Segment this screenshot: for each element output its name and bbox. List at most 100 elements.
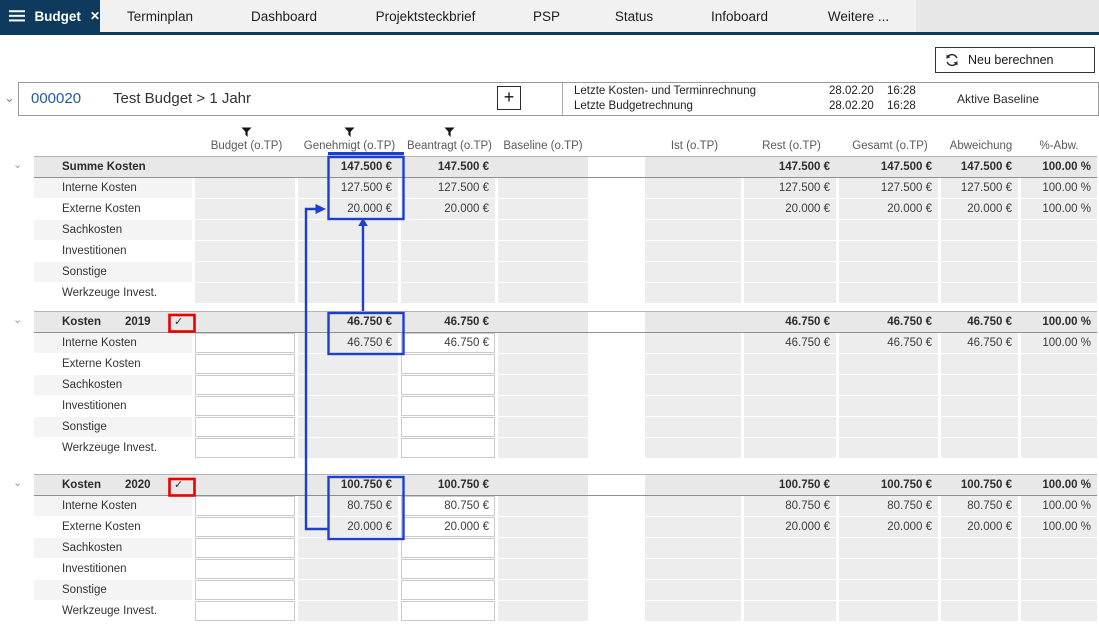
cell-rest bbox=[744, 438, 839, 458]
tab-status[interactable]: Status bbox=[590, 0, 678, 32]
cell-abweichung bbox=[941, 538, 1021, 558]
add-button[interactable]: + bbox=[497, 86, 521, 110]
info-label: Letzte Kosten- und Terminrechnung bbox=[574, 84, 829, 99]
cell-beantragt[interactable] bbox=[401, 601, 498, 621]
cell-ist bbox=[645, 559, 744, 579]
table-row: Sachkosten bbox=[0, 538, 1097, 558]
cell-gesamt: 127.500 € bbox=[839, 178, 941, 198]
close-icon[interactable]: ✕ bbox=[90, 9, 100, 23]
nav-right-zone bbox=[916, 0, 1099, 32]
column-header-label: Beantragt (o.TP) bbox=[407, 140, 492, 152]
cell-abweichung bbox=[941, 283, 1021, 303]
cell-beantragt[interactable] bbox=[401, 417, 498, 437]
cell-gesamt bbox=[839, 580, 941, 600]
filter-icon[interactable] bbox=[343, 126, 356, 139]
cell-abweichung bbox=[941, 580, 1021, 600]
cell-budget[interactable] bbox=[195, 559, 298, 579]
column-header-label: Budget (o.TP) bbox=[211, 140, 283, 152]
recalculate-button[interactable]: Neu berechnen bbox=[935, 47, 1095, 73]
cell-budget[interactable] bbox=[195, 354, 298, 374]
header-gutter bbox=[0, 116, 34, 156]
cell-abweichung bbox=[941, 241, 1021, 261]
cell-beantragt: 46.750 € bbox=[401, 312, 498, 332]
column-header-budget[interactable]: Budget (o.TP) bbox=[195, 116, 298, 156]
cell-budget[interactable] bbox=[195, 438, 298, 458]
row-label: Externe Kosten bbox=[62, 199, 141, 219]
filter-icon[interactable] bbox=[443, 126, 456, 139]
tab-dashboard[interactable]: Dashboard bbox=[220, 0, 348, 32]
column-header-genehmigt[interactable]: Genehmigt (o.TP) bbox=[298, 116, 401, 156]
group-row: ⌄Summe Kosten147.500 €147.500 €147.500 €… bbox=[0, 156, 1097, 178]
cell-budget[interactable] bbox=[195, 496, 298, 516]
row-gutter bbox=[0, 396, 34, 416]
cell-beantragt[interactable] bbox=[401, 396, 498, 416]
cell-beantragt[interactable] bbox=[401, 438, 498, 458]
cell-budget[interactable] bbox=[195, 601, 298, 621]
cell-budget[interactable] bbox=[195, 396, 298, 416]
cell-beantragt[interactable] bbox=[401, 580, 498, 600]
cell-baseline bbox=[498, 312, 588, 332]
cell-budget[interactable] bbox=[195, 517, 298, 537]
cell-beantragt[interactable] bbox=[401, 559, 498, 579]
menu-icon[interactable] bbox=[9, 9, 25, 23]
row-label: Interne Kosten bbox=[62, 496, 137, 516]
row-gutter bbox=[0, 438, 34, 458]
tab-budget-active[interactable]: Budget ✕ bbox=[0, 0, 100, 32]
cell-baseline bbox=[498, 354, 588, 374]
cell-beantragt: 147.500 € bbox=[401, 157, 498, 177]
cell-baseline bbox=[498, 601, 588, 621]
row-body: Kosten2019✓46.750 €46.750 €46.750 €46.75… bbox=[34, 311, 1097, 333]
budget-table: ⌄Summe Kosten147.500 €147.500 €147.500 €… bbox=[0, 156, 1097, 621]
cell-beantragt[interactable]: 80.750 € bbox=[401, 496, 498, 516]
spacer-cell bbox=[588, 312, 645, 332]
year-checkbox[interactable]: ✓ bbox=[174, 312, 183, 332]
column-header-label: Rest (o.TP) bbox=[762, 140, 821, 152]
tab-terminplan[interactable]: Terminplan bbox=[100, 0, 220, 32]
cell-rest: 46.750 € bbox=[744, 312, 839, 332]
tab-psp[interactable]: PSP bbox=[503, 0, 590, 32]
cell-beantragt[interactable] bbox=[401, 375, 498, 395]
row-label-cell: Investitionen bbox=[34, 559, 195, 579]
spacer-cell bbox=[588, 396, 645, 416]
cell-beantragt[interactable] bbox=[401, 354, 498, 374]
cell-beantragt[interactable]: 46.750 € bbox=[401, 333, 498, 353]
cell-budget[interactable] bbox=[195, 375, 298, 395]
tab-infoboard[interactable]: Infoboard bbox=[678, 0, 801, 32]
filter-icon[interactable] bbox=[240, 126, 253, 139]
cell-ist bbox=[645, 580, 744, 600]
cell-abweichung: 46.750 € bbox=[941, 333, 1021, 353]
year-checkbox[interactable]: ✓ bbox=[174, 475, 183, 495]
cell-rest bbox=[744, 220, 839, 240]
cell-budget[interactable] bbox=[195, 580, 298, 600]
cell-genehmigt: 100.750 € bbox=[298, 475, 401, 495]
cell-rest bbox=[744, 262, 839, 282]
column-header-beantragt[interactable]: Beantragt (o.TP) bbox=[401, 116, 498, 156]
cell-beantragt[interactable] bbox=[401, 538, 498, 558]
project-collapse-chevron-icon[interactable]: ⌄ bbox=[4, 90, 15, 106]
tab-weitere[interactable]: Weitere ... bbox=[801, 0, 916, 32]
cell-budget[interactable] bbox=[195, 417, 298, 437]
cell-baseline bbox=[498, 178, 588, 198]
row-label: Kosten bbox=[62, 312, 101, 332]
cell-gesamt: 20.000 € bbox=[839, 199, 941, 219]
cell-abweichung: 80.750 € bbox=[941, 496, 1021, 516]
cell-baseline bbox=[498, 559, 588, 579]
cell-ist bbox=[645, 199, 744, 219]
tab-projektsteckbrief[interactable]: Projektsteckbrief bbox=[348, 0, 503, 32]
cell-beantragt[interactable]: 20.000 € bbox=[401, 517, 498, 537]
cell-ist bbox=[645, 601, 744, 621]
chevron-down-icon[interactable]: ⌄ bbox=[13, 313, 22, 326]
cell-genehmigt bbox=[298, 283, 401, 303]
row-gutter bbox=[0, 580, 34, 600]
cell-budget[interactable] bbox=[195, 333, 298, 353]
cell-baseline bbox=[498, 438, 588, 458]
cell-genehmigt: 20.000 € bbox=[298, 517, 401, 537]
cell-abweichung: 127.500 € bbox=[941, 178, 1021, 198]
cell-ist bbox=[645, 496, 744, 516]
chevron-down-icon[interactable]: ⌄ bbox=[13, 476, 22, 489]
cell-gesamt bbox=[839, 417, 941, 437]
chevron-down-icon[interactable]: ⌄ bbox=[13, 158, 22, 171]
active-tab-label: Budget bbox=[34, 9, 81, 24]
cell-budget[interactable] bbox=[195, 538, 298, 558]
row-label-cell: Externe Kosten bbox=[34, 517, 195, 537]
